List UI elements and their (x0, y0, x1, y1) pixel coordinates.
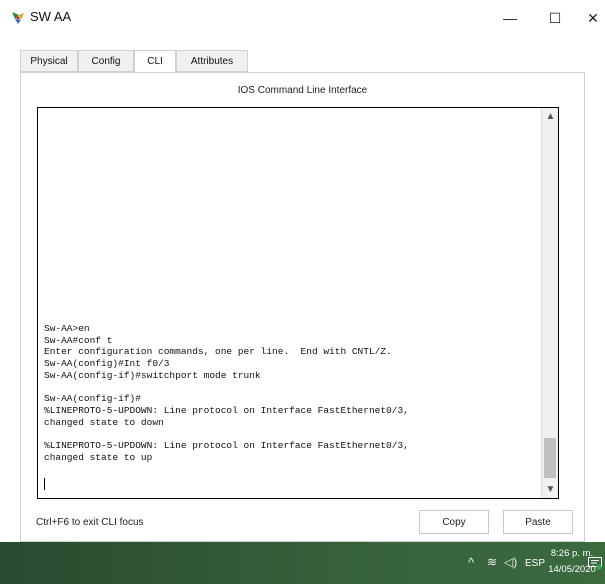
minimize-button[interactable]: — (490, 4, 530, 32)
tab-cli[interactable]: CLI (134, 50, 176, 73)
terminal-line: Sw-AA#conf t (44, 334, 113, 346)
terminal-line: Sw-AA>en (44, 323, 90, 334)
minimize-icon: — (503, 10, 517, 26)
language-indicator[interactable]: ESP (525, 558, 545, 569)
scroll-down-icon[interactable]: ▼ (542, 481, 558, 498)
terminal-line: changed state to up (44, 451, 153, 463)
text-cursor (44, 478, 45, 490)
terminal-scrollbar[interactable]: ▲ ▼ (541, 108, 558, 498)
terminal-line: %LINEPROTO-5-UPDOWN: Line protocol on In… (44, 440, 409, 451)
chevron-up-icon[interactable]: ^ (468, 555, 474, 570)
cli-focus-hint: Ctrl+F6 to exit CLI focus (36, 517, 144, 528)
terminal-line: Sw-AA(config)#Int f0/3 (44, 358, 170, 370)
terminal-line: Sw-AA(config-if)# (44, 393, 141, 405)
tab-config[interactable]: Config (78, 50, 134, 72)
cli-panel: IOS Command Line Interface Sw-AA>en Sw-A… (20, 72, 585, 542)
cli-terminal[interactable]: Sw-AA>en Sw-AA#conf t Enter configuratio… (37, 107, 559, 499)
volume-icon[interactable]: ◁) (504, 555, 517, 569)
paste-button[interactable]: Paste (503, 510, 573, 534)
terminal-line: changed state to down (44, 416, 164, 428)
tab-strip: Physical Config CLI Attributes (20, 50, 585, 73)
terminal-line: Sw-AA(config-if)#switchport mode trunk (44, 369, 261, 381)
app-icon (12, 12, 24, 24)
wifi-icon[interactable]: ≋ (487, 555, 497, 569)
taskbar: ^ ≋ ◁) ESP 8:26 p. m. 14/05/2020 (0, 542, 605, 584)
copy-button[interactable]: Copy (419, 510, 489, 534)
scroll-thumb[interactable] (544, 438, 556, 478)
close-icon: ✕ (587, 9, 599, 26)
scroll-up-icon[interactable]: ▲ (542, 108, 558, 125)
tab-physical[interactable]: Physical (20, 50, 78, 72)
cli-heading: IOS Command Line Interface (237, 85, 368, 96)
window-title: SW AA (30, 9, 72, 24)
close-button[interactable]: ✕ (578, 4, 605, 32)
maximize-icon: ☐ (548, 9, 562, 26)
terminal-output: Sw-AA>en Sw-AA#conf t Enter configuratio… (44, 108, 540, 498)
maximize-button[interactable]: ☐ (535, 4, 575, 32)
terminal-line: Enter configuration commands, one per li… (44, 346, 392, 358)
title-bar: SW AA — ☐ ✕ (0, 0, 605, 36)
notification-icon[interactable] (588, 557, 602, 570)
terminal-line: %LINEPROTO-5-UPDOWN: Line protocol on In… (44, 404, 409, 416)
tab-attributes[interactable]: Attributes (176, 50, 248, 72)
